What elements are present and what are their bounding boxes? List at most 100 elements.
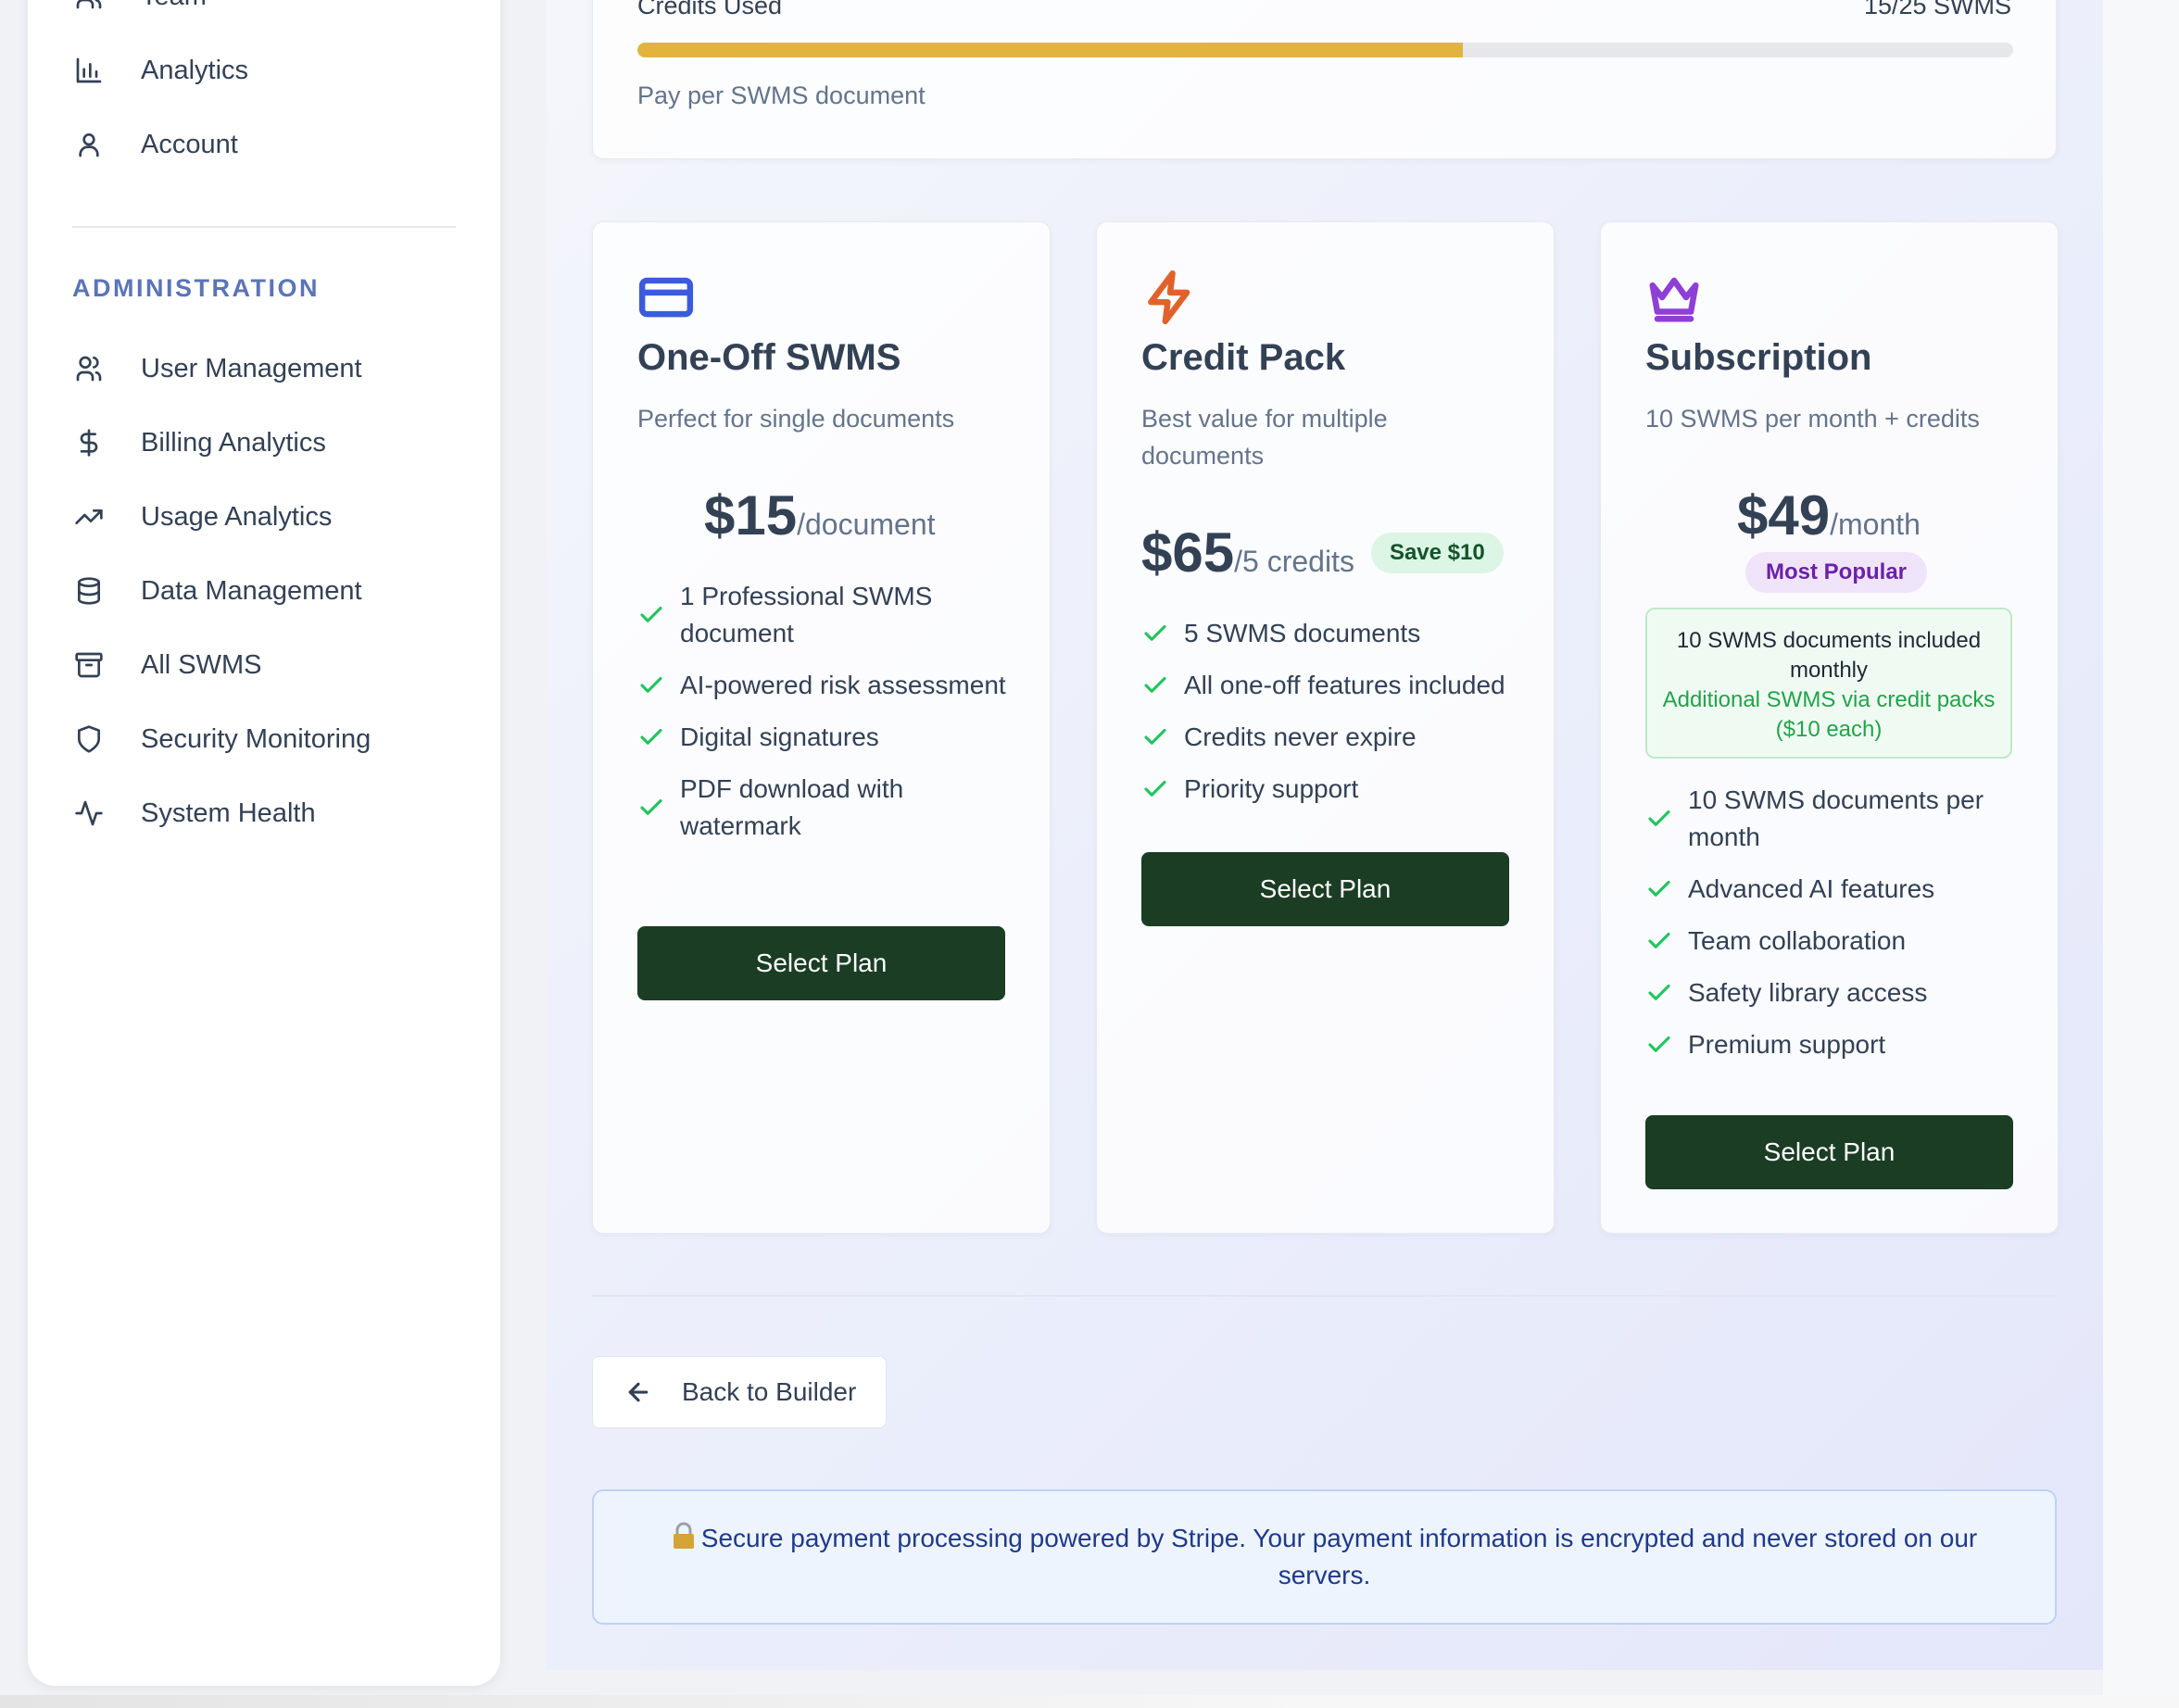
savings-badge: Save $10 xyxy=(1370,532,1504,573)
sidebar-item-label: User Management xyxy=(141,353,362,383)
plan-title: Credit Pack xyxy=(1141,337,1346,378)
feature-item: Team collaboration xyxy=(1645,923,2022,960)
secure-payment-text: Secure payment processing powered by Str… xyxy=(659,1520,1990,1594)
sidebar-item-security-monitoring[interactable]: Security Monitoring xyxy=(72,711,371,767)
arrow-left-icon xyxy=(624,1378,652,1406)
feature-item: Safety library access xyxy=(1645,974,2022,1011)
price-amount: $49 xyxy=(1737,484,1831,546)
sidebar-item-all-swms[interactable]: All SWMS xyxy=(72,637,262,693)
sidebar-item-analytics[interactable]: Analytics xyxy=(72,43,248,98)
feature-item: Premium support xyxy=(1645,1026,2022,1063)
check-icon xyxy=(1645,927,1673,955)
check-icon xyxy=(637,723,665,751)
check-icon xyxy=(1645,875,1673,903)
select-plan-button[interactable]: Select Plan xyxy=(1645,1115,2013,1189)
database-icon xyxy=(72,574,106,608)
lock-icon xyxy=(673,1522,694,1549)
feature-item: 10 SWMS documents per month xyxy=(1645,782,2022,856)
secure-payment-notice: Secure payment processing powered by Str… xyxy=(592,1489,2057,1625)
plan-title: Subscription xyxy=(1645,337,1872,378)
feature-item: AI-powered risk assessment xyxy=(637,667,1014,704)
plan-subtitle: Best value for multiple documents xyxy=(1141,405,1388,470)
sidebar-item-system-health[interactable]: System Health xyxy=(72,785,316,841)
sidebar-section-heading: ADMINISTRATION xyxy=(72,274,320,302)
feature-item: 5 SWMS documents xyxy=(1141,615,1555,652)
most-popular-badge: Most Popular xyxy=(1745,552,1928,593)
page-gutter xyxy=(2103,0,2179,1695)
feature-item: Credits never expire xyxy=(1141,719,1555,756)
sidebar xyxy=(28,0,500,1686)
check-icon xyxy=(1141,672,1169,699)
feature-item: All one-off features included xyxy=(1141,667,1555,704)
select-plan-button[interactable]: Select Plan xyxy=(637,926,1005,1000)
plan-features: 10 SWMS documents per month Advanced AI … xyxy=(1645,782,2022,1078)
user-icon xyxy=(72,128,106,161)
plan-card-credit-pack: Credit Pack Best value for multiple docu… xyxy=(1096,221,1555,1234)
sidebar-item-user-management[interactable]: User Management xyxy=(72,341,362,396)
plan-features: 5 SWMS documents All one-off features in… xyxy=(1141,615,1555,823)
main-content: Credits Used 15/25 SWMS Pay per SWMS doc… xyxy=(547,0,2103,1670)
sidebar-item-label: All SWMS xyxy=(141,649,262,680)
check-icon xyxy=(1645,979,1673,1007)
sidebar-divider xyxy=(72,226,456,228)
trending-up-icon xyxy=(72,500,106,534)
activity-icon xyxy=(72,797,106,830)
credit-card-icon xyxy=(637,269,695,326)
credits-card: Credits Used 15/25 SWMS Pay per SWMS doc… xyxy=(592,0,2057,159)
price-amount: $65 xyxy=(1141,521,1235,584)
back-to-builder-button[interactable]: Back to Builder xyxy=(592,1356,887,1428)
plan-price: $65 /5 credits Save $10 xyxy=(1141,521,1504,584)
plan-title: One-Off SWMS xyxy=(637,337,901,378)
feature-item: PDF download with watermark xyxy=(637,771,1014,845)
back-button-label: Back to Builder xyxy=(682,1377,857,1406)
check-icon xyxy=(1141,775,1169,803)
feature-item: Digital signatures xyxy=(637,719,1014,756)
check-icon xyxy=(637,794,665,822)
plan-subtitle: 10 SWMS per month + credits xyxy=(1645,405,1980,433)
plan-subtitle: Perfect for single documents xyxy=(637,405,955,433)
section-divider xyxy=(592,1295,2057,1297)
check-icon xyxy=(637,601,665,629)
horizontal-scrollbar[interactable] xyxy=(0,1695,2179,1708)
sidebar-item-data-management[interactable]: Data Management xyxy=(72,563,362,619)
check-icon xyxy=(1141,723,1169,751)
users-icon xyxy=(72,352,106,385)
dollar-icon xyxy=(72,426,106,459)
lightning-icon xyxy=(1141,269,1199,326)
included-extra-text: Additional SWMS via credit packs ($10 ea… xyxy=(1662,687,1996,742)
sidebar-item-label: Team xyxy=(141,0,207,12)
check-icon xyxy=(1645,1031,1673,1059)
sidebar-item-label: System Health xyxy=(141,797,316,828)
credits-label: Credits Used xyxy=(637,0,783,19)
credits-value: 15/25 SWMS xyxy=(1863,0,2011,19)
price-unit: /document xyxy=(797,508,936,541)
sidebar-item-label: Billing Analytics xyxy=(141,427,326,458)
bar-chart-icon xyxy=(72,54,106,87)
sidebar-item-usage-analytics[interactable]: Usage Analytics xyxy=(72,489,332,545)
sidebar-item-team[interactable]: Team xyxy=(72,0,207,24)
credits-progress-fill xyxy=(637,43,1463,57)
price-amount: $15 xyxy=(704,484,798,546)
check-icon xyxy=(637,672,665,699)
included-main-text: 10 SWMS documents included monthly xyxy=(1676,628,1982,683)
sidebar-item-label: Analytics xyxy=(141,55,249,85)
sidebar-item-label: Usage Analytics xyxy=(141,501,333,532)
sidebar-item-label: Data Management xyxy=(141,575,362,606)
sidebar-item-account[interactable]: Account xyxy=(72,117,238,172)
plan-price: $49 /month xyxy=(1737,484,1921,547)
archive-icon xyxy=(72,648,106,682)
feature-item: 1 Professional SWMS document xyxy=(637,578,1014,652)
feature-item: Priority support xyxy=(1141,771,1555,808)
plan-card-one-off: One-Off SWMS Perfect for single document… xyxy=(592,221,1051,1234)
plan-card-subscription: Subscription 10 SWMS per month + credits… xyxy=(1600,221,2059,1234)
included-info-box: 10 SWMS documents included monthly Addit… xyxy=(1645,608,2012,759)
credits-note: Pay per SWMS document xyxy=(637,82,926,109)
plan-features: 1 Professional SWMS document AI-powered … xyxy=(637,578,1014,860)
select-plan-button[interactable]: Select Plan xyxy=(1141,852,1509,926)
sidebar-item-label: Security Monitoring xyxy=(141,723,372,754)
check-icon xyxy=(1645,805,1673,833)
sidebar-item-billing-analytics[interactable]: Billing Analytics xyxy=(72,415,326,471)
price-unit: /5 credits xyxy=(1234,545,1354,578)
feature-item: Advanced AI features xyxy=(1645,871,2022,908)
sidebar-item-label: Account xyxy=(141,129,238,159)
